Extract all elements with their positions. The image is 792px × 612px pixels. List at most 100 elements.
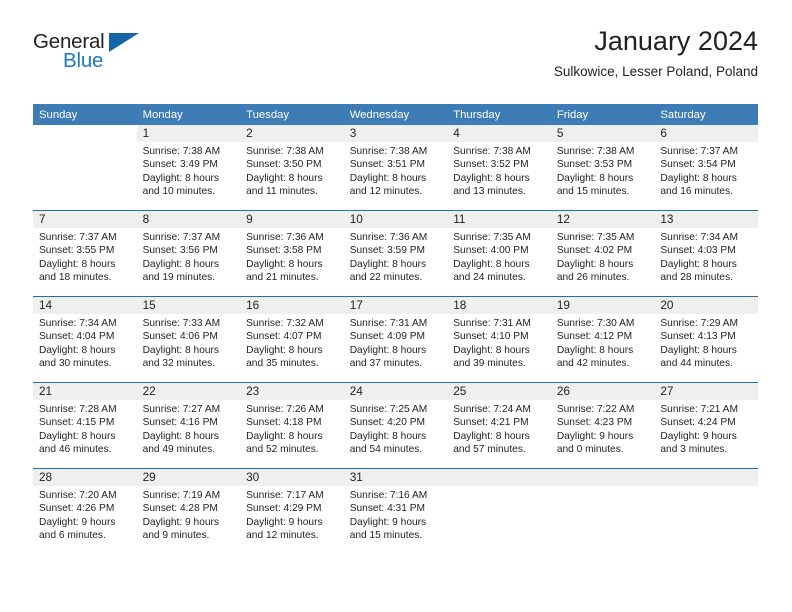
day-detail-line: Daylight: 8 hours <box>660 258 737 270</box>
day-details: Sunrise: 7:38 AM Sunset: 3:51 PM Daylight:… <box>344 142 448 199</box>
calendar-day-cell[interactable]: 29 Sunrise: 7:19 AM Sunset: 4:28 PM Dayligh… <box>136 468 241 554</box>
calendar-day-cell[interactable]: 26 Sunrise: 7:22 AM Sunset: 4:23 PM Dayligh… <box>550 382 655 469</box>
day-number: 23 <box>240 383 344 400</box>
calendar-day-cell[interactable]: 23 Sunrise: 7:26 AM Sunset: 4:18 PM Dayligh… <box>240 382 344 469</box>
calendar-day-cell[interactable]: 12 Sunrise: 7:35 AM Sunset: 4:02 PM Dayligh… <box>550 210 655 297</box>
day-number: 1 <box>136 125 241 142</box>
day-details: Sunrise: 7:21 AM Sunset: 4:24 PM Daylight:… <box>654 400 758 457</box>
day-detail-line: Sunrise: 7:25 AM <box>349 404 428 415</box>
calendar-day-cell[interactable]: 11 Sunrise: 7:35 AM Sunset: 4:00 PM Dayligh… <box>447 210 551 297</box>
calendar-day-cell[interactable]: 16 Sunrise: 7:32 AM Sunset: 4:07 PM Dayligh… <box>240 296 344 383</box>
day-number: 18 <box>447 297 551 314</box>
calendar-day-cell[interactable]: 13 Sunrise: 7:34 AM Sunset: 4:03 PM Dayligh… <box>654 210 758 297</box>
calendar-day-cell[interactable]: 22 Sunrise: 7:27 AM Sunset: 4:16 PM Dayligh… <box>136 382 241 469</box>
day-detail-line: Sunset: 3:54 PM <box>660 159 736 171</box>
day-detail-line: and 44 minutes. <box>660 358 733 370</box>
calendar-day-cell[interactable]: 24 Sunrise: 7:25 AM Sunset: 4:20 PM Dayligh… <box>343 382 448 469</box>
day-detail-line: and 28 minutes. <box>660 272 733 284</box>
calendar-day-cell[interactable]: 2 Sunrise: 7:38 AM Sunset: 3:50 PM Daylight… <box>240 125 344 211</box>
calendar-week-row: 28 Sunrise: 7:20 AM Sunset: 4:26 PM Dayligh… <box>33 468 758 554</box>
day-detail-line: and 10 minutes. <box>142 186 216 198</box>
calendar-page: General Blue January 2024 Sulkowice, Les… <box>0 0 792 612</box>
calendar-day-cell[interactable]: 21 Sunrise: 7:28 AM Sunset: 4:15 PM Dayligh… <box>33 382 137 469</box>
calendar-day-cell[interactable]: 8 Sunrise: 7:37 AM Sunset: 3:56 PM Daylight… <box>136 210 241 297</box>
calendar-day-cell[interactable]: 14 Sunrise: 7:34 AM Sunset: 4:04 PM Dayligh… <box>33 296 137 383</box>
day-number: 19 <box>550 297 655 314</box>
calendar-day-cell[interactable]: 18 Sunrise: 7:31 AM Sunset: 4:10 PM Dayligh… <box>447 296 551 383</box>
day-details <box>551 486 655 489</box>
day-detail-line: Daylight: 8 hours <box>142 344 220 356</box>
day-details: Sunrise: 7:38 AM Sunset: 3:52 PM Daylight:… <box>447 142 551 199</box>
day-number: 17 <box>343 297 448 314</box>
day-details: Sunrise: 7:36 AM Sunset: 3:58 PM Daylight:… <box>240 228 344 285</box>
day-detail-line: Sunset: 3:50 PM <box>246 159 322 171</box>
day-detail-line: Sunrise: 7:20 AM <box>39 490 117 501</box>
calendar-day-cell[interactable]: 28 Sunrise: 7:20 AM Sunset: 4:26 PM Dayligh… <box>33 468 137 554</box>
day-detail-line: Sunset: 4:07 PM <box>246 331 322 343</box>
calendar-day-cell[interactable]: 4 Sunrise: 7:38 AM Sunset: 3:52 PM Daylight… <box>447 125 551 211</box>
day-detail-line: Sunrise: 7:37 AM <box>39 232 117 243</box>
calendar-day-cell[interactable]: 17 Sunrise: 7:31 AM Sunset: 4:09 PM Dayligh… <box>343 296 448 383</box>
day-detail-line: and 24 minutes. <box>453 272 526 284</box>
day-number: 16 <box>240 297 344 314</box>
day-details: Sunrise: 7:31 AM Sunset: 4:10 PM Daylight:… <box>447 314 551 371</box>
day-detail-line: Sunrise: 7:38 AM <box>246 146 324 157</box>
day-number: 5 <box>550 125 655 142</box>
day-detail-line: Sunrise: 7:34 AM <box>660 232 738 243</box>
calendar-day-cell[interactable]: 1 Sunrise: 7:38 AM Sunset: 3:49 PM Daylight… <box>136 125 241 211</box>
day-detail-line: Daylight: 8 hours <box>349 258 427 270</box>
calendar-day-cell[interactable] <box>550 468 655 554</box>
calendar-day-cell[interactable]: 31 Sunrise: 7:16 AM Sunset: 4:31 PM Dayligh… <box>343 468 448 554</box>
day-detail-line: Sunrise: 7:35 AM <box>453 232 531 243</box>
day-number: 4 <box>447 125 551 142</box>
calendar-day-cell[interactable]: 9 Sunrise: 7:36 AM Sunset: 3:58 PM Daylight… <box>240 210 344 297</box>
day-detail-line: and 9 minutes. <box>142 530 210 542</box>
day-detail-line: Sunrise: 7:33 AM <box>142 318 221 329</box>
day-detail-line: Daylight: 8 hours <box>142 172 220 184</box>
day-details <box>654 486 758 489</box>
day-detail-line: Sunrise: 7:31 AM <box>349 318 428 329</box>
calendar-day-cell[interactable]: 27 Sunrise: 7:21 AM Sunset: 4:24 PM Dayligh… <box>654 382 758 469</box>
calendar-day-cell[interactable]: 7 Sunrise: 7:37 AM Sunset: 3:55 PM Daylight… <box>33 210 137 297</box>
calendar-day-cell[interactable]: 3 Sunrise: 7:38 AM Sunset: 3:51 PM Daylight… <box>343 125 448 211</box>
calendar-day-cell[interactable]: 19 Sunrise: 7:30 AM Sunset: 4:12 PM Dayligh… <box>550 296 655 383</box>
day-detail-line: Sunrise: 7:38 AM <box>453 146 531 157</box>
calendar-day-cell[interactable]: 30 Sunrise: 7:17 AM Sunset: 4:29 PM Dayligh… <box>240 468 344 554</box>
day-detail-line: and 32 minutes. <box>142 358 216 370</box>
day-detail-line: Sunset: 3:49 PM <box>142 159 218 171</box>
weekday-header-saturday: Saturday <box>654 104 758 125</box>
day-detail-line: Sunrise: 7:27 AM <box>142 404 221 415</box>
calendar-day-cell[interactable]: 20 Sunrise: 7:29 AM Sunset: 4:13 PM Dayligh… <box>654 296 758 383</box>
day-detail-line: Sunrise: 7:28 AM <box>39 404 117 415</box>
day-detail-line: and 21 minutes. <box>246 272 319 284</box>
day-number: 28 <box>33 469 137 486</box>
calendar-day-cell[interactable]: 25 Sunrise: 7:24 AM Sunset: 4:21 PM Dayligh… <box>447 382 551 469</box>
day-detail-line: Daylight: 8 hours <box>453 344 530 356</box>
calendar-week-row: 1 Sunrise: 7:38 AM Sunset: 3:49 PM Daylight… <box>33 125 758 211</box>
calendar-day-cell[interactable] <box>447 468 551 554</box>
day-number: 27 <box>654 383 758 400</box>
calendar-week-row: 14 Sunrise: 7:34 AM Sunset: 4:04 PM Dayligh… <box>33 296 758 383</box>
calendar-day-cell[interactable]: 6 Sunrise: 7:37 AM Sunset: 3:54 PM Daylight… <box>654 125 758 211</box>
logo-triangle-icon <box>109 33 139 52</box>
calendar-week-row: 21 Sunrise: 7:28 AM Sunset: 4:15 PM Dayligh… <box>33 382 758 469</box>
day-number: 6 <box>654 125 758 142</box>
day-details: Sunrise: 7:38 AM Sunset: 3:50 PM Daylight:… <box>240 142 344 199</box>
calendar-day-cell[interactable]: 10 Sunrise: 7:36 AM Sunset: 3:59 PM Dayligh… <box>343 210 448 297</box>
day-details: Sunrise: 7:19 AM Sunset: 4:28 PM Daylight:… <box>137 486 241 543</box>
day-detail-line: and 54 minutes. <box>349 444 423 456</box>
calendar-day-cell[interactable] <box>654 468 758 554</box>
day-detail-line: Sunrise: 7:29 AM <box>660 318 738 329</box>
day-detail-line: Sunset: 4:15 PM <box>39 417 115 429</box>
day-number: 3 <box>343 125 448 142</box>
day-detail-line: Sunset: 3:52 PM <box>453 159 529 171</box>
day-detail-line: Daylight: 8 hours <box>39 430 116 442</box>
day-detail-line: and 18 minutes. <box>39 272 112 284</box>
calendar-day-cell[interactable] <box>33 125 137 211</box>
day-detail-line: Daylight: 8 hours <box>453 172 530 184</box>
day-detail-line: Sunrise: 7:36 AM <box>349 232 428 243</box>
day-detail-line: Daylight: 9 hours <box>246 516 323 528</box>
day-number <box>654 469 758 486</box>
calendar-day-cell[interactable]: 5 Sunrise: 7:38 AM Sunset: 3:53 PM Daylight… <box>550 125 655 211</box>
calendar-day-cell[interactable]: 15 Sunrise: 7:33 AM Sunset: 4:06 PM Dayligh… <box>136 296 241 383</box>
